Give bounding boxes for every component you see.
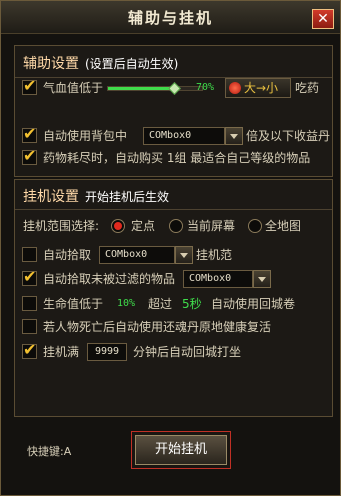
hangup-full-suffix: 分钟后自动回城打坐: [133, 345, 242, 359]
order-toggle-label: 大→小: [244, 81, 279, 95]
start-hangup-label: 开始挂机: [135, 435, 227, 465]
hp-low-suffix: 吃药: [295, 81, 320, 95]
pickup-filter-combo[interactable]: COMbox0: [183, 270, 253, 288]
hp-low-label: 气血值低于: [43, 81, 104, 95]
hangup-minutes-input[interactable]: 9999: [87, 343, 127, 361]
hangup-settings-title: 挂机设置: [23, 189, 79, 205]
hp-slider-fill: [108, 87, 174, 90]
assist-settings-title: 辅助设置: [23, 56, 79, 72]
revive-label: 若人物死亡后自动使用还魂丹原地健康复活: [43, 320, 272, 334]
buy-potion-checkbox[interactable]: [22, 146, 37, 166]
buy-potion-label: 药物耗尽时，自动购买 1组 最适合自己等级的物品: [43, 151, 311, 165]
hangup-full-row: 挂机满 9999 分钟后自动回城打坐: [15, 340, 332, 362]
range-map-label: 全地图: [265, 219, 302, 233]
title-bar[interactable]: 辅助与挂机 ✕: [1, 1, 340, 34]
range-fixed-radio[interactable]: [111, 219, 125, 233]
pickup-filter-label: 自动拾取未被过滤的物品: [43, 272, 176, 286]
range-screen-label: 当前屏幕: [187, 219, 236, 233]
buy-potion-row: 药物耗尽时，自动购买 1组 最适合自己等级的物品: [15, 146, 332, 168]
pickup-filter-checkbox[interactable]: [22, 267, 37, 287]
range-map-radio[interactable]: [248, 219, 262, 233]
use-bag-combo[interactable]: COMbox0: [143, 127, 225, 145]
hp-low-checkbox[interactable]: [22, 76, 37, 96]
pickup-combo[interactable]: COMbox0: [99, 246, 175, 264]
hp-return-seconds: 5秒: [182, 297, 202, 311]
pickup-row: 自动拾取 COMbox0 挂机范: [15, 245, 332, 265]
hangup-settings-panel: 挂机设置 开始挂机后生效 挂机范围选择: 定点 当前屏幕 全地图 自动拾取 COM…: [14, 179, 333, 417]
use-bag-label: 自动使用背包中: [43, 129, 128, 143]
chevron-down-icon[interactable]: [253, 270, 271, 288]
divider: [15, 209, 332, 210]
assist-settings-header: 辅助设置 (设置后自动生效): [23, 53, 178, 73]
hp-percent: 70%: [196, 82, 215, 93]
hangup-full-checkbox[interactable]: [22, 340, 37, 360]
hp-return-percent: 10%: [117, 298, 136, 309]
revive-row: 若人物死亡后自动使用还魂丹原地健康复活: [15, 317, 332, 337]
hangup-full-label: 挂机满: [43, 345, 80, 359]
range-row: 挂机范围选择: 定点 当前屏幕 全地图: [15, 216, 332, 236]
hotkey-label: 快捷键:A: [27, 445, 72, 458]
hp-return-label: 生命值低于: [43, 297, 104, 311]
chevron-down-icon[interactable]: [175, 246, 193, 264]
pickup-suffix: 挂机范: [196, 248, 233, 262]
hp-return-over-label: 超过: [148, 297, 173, 311]
start-hangup-button[interactable]: 开始挂机: [131, 431, 231, 469]
use-bag-checkbox[interactable]: [22, 124, 37, 144]
window-title: 辅助与挂机: [127, 9, 213, 27]
toggle-indicator-icon: [229, 82, 241, 94]
range-label: 挂机范围选择:: [23, 219, 100, 233]
hangup-settings-header: 挂机设置 开始挂机后生效: [23, 186, 169, 206]
close-button[interactable]: ✕: [312, 9, 334, 29]
use-bag-suffix: 倍及以下收益丹: [246, 129, 331, 143]
assist-hangup-window: 辅助与挂机 ✕ 辅助设置 (设置后自动生效) 气血值低于 70% 大→小 吃药: [0, 0, 341, 496]
pickup-checkbox[interactable]: [22, 247, 37, 262]
assist-settings-panel: 辅助设置 (设置后自动生效) 气血值低于 70% 大→小 吃药 自动使用背包中 C…: [14, 45, 333, 177]
range-fixed-label: 定点: [131, 219, 156, 233]
range-screen-radio[interactable]: [169, 219, 183, 233]
hp-slider[interactable]: [107, 82, 203, 95]
hp-return-row: 生命值低于 10% 超过 5秒 自动使用回城卷: [15, 294, 332, 314]
chevron-down-icon[interactable]: [225, 127, 243, 145]
hp-slider-thumb[interactable]: [168, 82, 181, 95]
order-toggle-button[interactable]: 大→小: [225, 78, 291, 98]
revive-checkbox[interactable]: [22, 319, 37, 334]
hp-return-action: 自动使用回城卷: [211, 297, 296, 311]
hp-return-checkbox[interactable]: [22, 296, 37, 311]
pickup-filter-row: 自动拾取未被过滤的物品 COMbox0: [15, 267, 332, 289]
assist-settings-subtitle: (设置后自动生效): [85, 57, 179, 71]
use-bag-row: 自动使用背包中 COMbox0 倍及以下收益丹: [15, 124, 332, 146]
pickup-label: 自动拾取: [43, 248, 92, 262]
hangup-settings-subtitle: 开始挂机后生效: [85, 190, 170, 204]
hp-low-row: 气血值低于 70% 大→小 吃药: [15, 76, 332, 98]
